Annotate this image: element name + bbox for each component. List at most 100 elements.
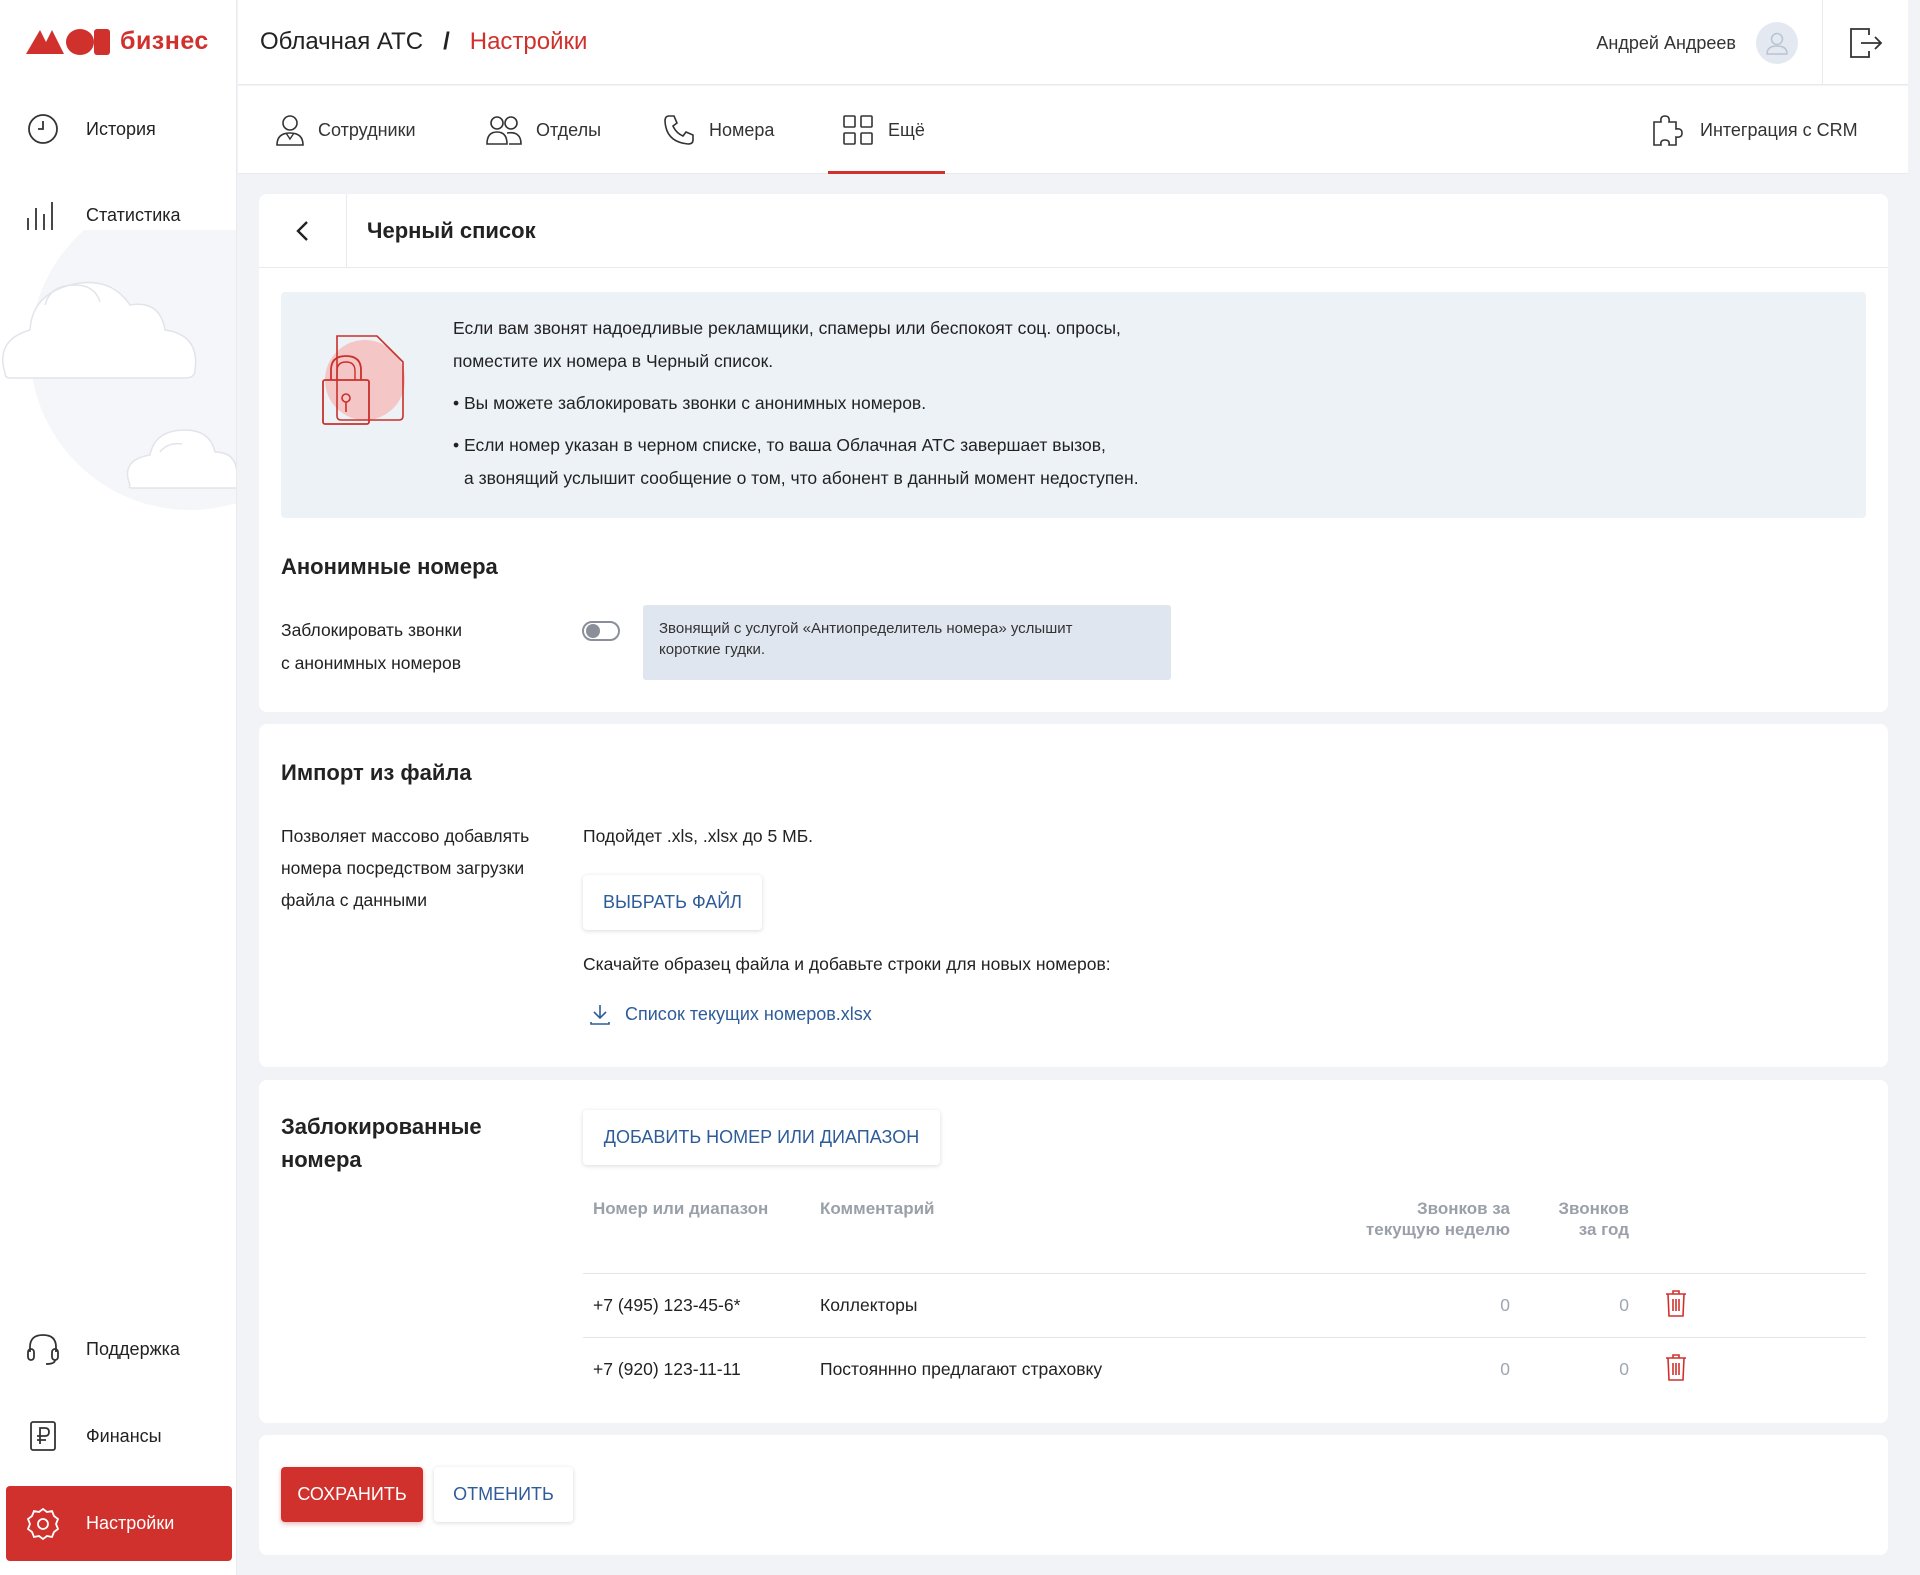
settings-tabs: Сотрудники Отделы Номера Ещё Интеграция … [238,86,1908,174]
title-line: номера [281,1147,362,1172]
cell-actions [1639,1272,1866,1337]
sidebar-item-finance[interactable]: Финансы [0,1400,236,1472]
choose-file-button[interactable]: Выбрать файл [583,875,762,930]
avatar[interactable] [1756,22,1798,64]
cell-week-calls: 0 [1140,1272,1520,1337]
sidebar-item-label: Статистика [86,204,181,225]
user-icon [276,115,304,146]
download-icon [590,1005,610,1025]
column-header-comment: Комментарий [820,1199,935,1218]
ruble-document-icon [26,1419,60,1453]
sample-file-text: Скачайте образец файла и добавьте строки… [583,954,1111,974]
cell-number: +7 (495) 123-45-6* [583,1272,810,1337]
anonymous-hint: Звонящий с услугой «Антиопределитель ном… [643,605,1171,680]
tab-label: Интеграция с CRM [1700,119,1858,140]
cell-comment: Постояннно предлагают страховку [810,1336,1140,1401]
sidebar-item-label: История [86,118,156,139]
info-banner: Если вам звонят надоедливые рекламщики, … [281,292,1866,518]
import-formats: Подойдет .xls, .xlsx до 5 МБ. [583,826,814,846]
trash-icon[interactable] [1665,1353,1687,1381]
blocked-numbers-table: Номер или диапазон Комментарий Звонков з… [583,1188,1866,1401]
column-header-week: Звонков за текущую неделю [1140,1188,1520,1273]
anonymous-block-label: Заблокировать звонки с анонимных номеров [281,614,462,680]
tab-more[interactable]: Ещё [828,86,945,174]
cell-year-calls: 0 [1520,1336,1639,1401]
tab-employees[interactable]: Сотрудники [276,86,416,174]
column-header-actions [1639,1188,1866,1273]
sidebar-item-label: Финансы [86,1425,162,1446]
desc-line: файла с данными [281,890,427,910]
tab-label: Ещё [888,119,925,140]
column-header-number: Номер или диапазон [593,1199,769,1218]
download-link-label: Список текущих номеров.xlsx [625,1003,872,1024]
logout-icon [1849,27,1882,58]
tab-label: Сотрудники [318,119,416,140]
sim-lock-icon [322,335,405,425]
info-line: • Если номер указан в черном списке, то … [453,435,1106,455]
header-line: текущую неделю [1365,1220,1510,1239]
back-button[interactable] [259,193,347,268]
column-header-year: Звонков за год [1520,1188,1639,1273]
user-name: Андрей Андреев [1596,32,1736,53]
table-header-row: Номер или диапазон Комментарий Звонков з… [583,1188,1866,1273]
tab-departments[interactable]: Отделы [486,86,601,174]
header-line: за год [1578,1220,1629,1239]
chevron-left-icon [295,220,308,241]
breadcrumb-separator: / [443,28,450,55]
logo-text: бизнес [120,26,209,55]
gear-icon [26,1507,60,1541]
tab-label: Отделы [536,119,602,140]
puzzle-icon [1653,115,1683,146]
cell-comment: Коллекторы [810,1272,1140,1337]
label-line: с анонимных номеров [281,653,461,673]
save-button[interactable]: СОХРАНИТЬ [281,1467,423,1522]
import-section-title: Импорт из файла [281,760,472,785]
breadcrumb: Облачная АТС / Настройки [260,28,587,56]
title-line: Заблокированные [281,1114,482,1139]
hint-line: Звонящий с услугой «Антиопределитель ном… [659,620,1073,637]
breadcrumb-root[interactable]: Облачная АТС [260,28,423,56]
users-icon [486,116,522,145]
logo[interactable]: бизнес [26,26,209,56]
cell-year-calls: 0 [1520,1272,1639,1337]
cancel-button[interactable]: ОТМЕНИТЬ [434,1467,573,1522]
user-menu[interactable]: Андрей Андреев [1596,22,1798,64]
clock-icon [26,112,60,146]
anonymous-block-toggle[interactable] [582,621,620,641]
label-line: Заблокировать звонки [281,620,462,640]
sidebar: бизнес История Статистика Поддержка Фина… [0,0,237,1575]
tab-label: Номера [709,119,775,140]
mts-logo-icon [26,26,110,56]
tab-numbers[interactable]: Номера [663,86,774,174]
info-line: • Вы можете заблокировать звонки с анони… [453,393,927,413]
blocked-numbers-card: Заблокированные номера Добавить номер ил… [259,1080,1888,1423]
sidebar-item-label: Настройки [86,1513,175,1533]
bar-chart-icon [26,198,60,232]
cell-week-calls: 0 [1140,1336,1520,1401]
blacklist-card: Черный список Если вам звонят надоедливы… [259,193,1888,712]
table-row: +7 (920) 123-11-11 Постояннно предлагают… [583,1336,1866,1401]
info-line: а звонящий услышит сообщение о том, что … [464,468,1139,488]
import-card: Импорт из файла Позволяет массово добавл… [259,724,1888,1067]
download-sample-link[interactable]: Список текущих номеров.xlsx [589,1003,872,1025]
sidebar-item-history[interactable]: История [0,93,236,165]
header-line: Звонков за [1416,1199,1510,1218]
desc-line: Позволяет массово добавлять [281,826,530,846]
trash-icon[interactable] [1665,1289,1687,1317]
page-title: Черный список [367,217,536,243]
sidebar-item-support[interactable]: Поддержка [0,1313,236,1385]
header-line: Звонков [1558,1199,1629,1218]
grid-icon [843,115,873,145]
sidebar-item-settings[interactable]: Настройки [6,1486,232,1561]
tab-crm-integration[interactable]: Интеграция с CRM [1650,86,1858,174]
headset-icon [26,1332,60,1366]
card-header: Черный список [259,193,1888,268]
cell-actions [1639,1336,1866,1401]
top-header: Облачная АТС / Настройки Андрей Андреев [238,0,1908,85]
logout-button[interactable] [1822,0,1908,85]
actions-card: СОХРАНИТЬ ОТМЕНИТЬ [259,1435,1888,1555]
cell-number: +7 (920) 123-11-11 [583,1336,810,1401]
add-number-button[interactable]: Добавить номер или диапазон [583,1110,940,1165]
info-text: Если вам звонят надоедливые рекламщики, … [453,312,1139,495]
phone-icon [664,115,694,145]
